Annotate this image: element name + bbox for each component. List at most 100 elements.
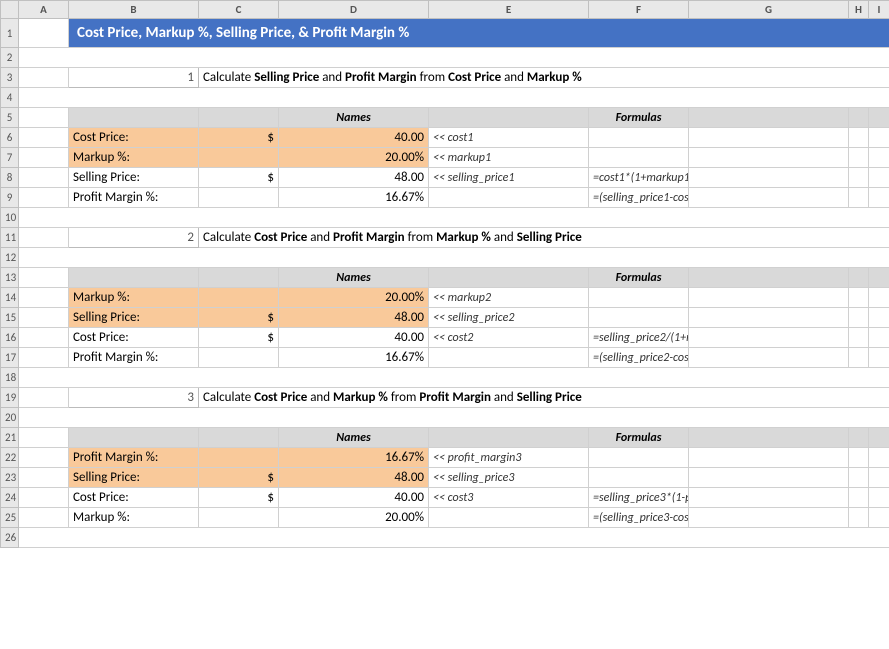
cell-row-10: [19, 208, 889, 228]
row-13: 13 Names Formulas: [1, 268, 889, 288]
t1-r3-formula: =cost1*(1+markup1): [589, 168, 689, 188]
t2-r3-i: [849, 328, 869, 348]
row-num-14: 14: [1, 288, 19, 308]
t3-r4-dollar: [199, 508, 279, 528]
col-g-header: G: [689, 1, 849, 19]
cell-a6: [19, 128, 69, 148]
row-12: 12: [1, 248, 889, 268]
t1-r3-dollar: $: [199, 168, 279, 188]
cell-a3: [19, 68, 69, 88]
cell-a16: [19, 328, 69, 348]
row-num-13: 13: [1, 268, 19, 288]
col-c-header: C: [199, 1, 279, 19]
row-2: 2: [1, 48, 889, 68]
row-15: 15 Selling Price: $ 48.00 << selling_pri…: [1, 308, 889, 328]
t3-r3-j: [869, 488, 889, 508]
cell-a19: [19, 388, 69, 408]
t1-r2-label: Markup %:: [69, 148, 199, 168]
row-9: 9 Profit Margin %: 16.67% =(selling_pric…: [1, 188, 889, 208]
t3-r2-h: [689, 468, 849, 488]
t1-r2-j: [869, 148, 889, 168]
cell-row-4: [19, 88, 889, 108]
row-num-7: 7: [1, 148, 19, 168]
row-num-5: 5: [1, 108, 19, 128]
t2-r1-dollar: [199, 288, 279, 308]
t2-r3-label: Cost Price:: [69, 328, 199, 348]
t2-r2-formula: [589, 308, 689, 328]
t2-r1-value: 20.00%: [279, 288, 429, 308]
row-22: 22 Profit Margin %: 16.67% << profit_mar…: [1, 448, 889, 468]
t1-r2-i: [849, 148, 869, 168]
cell-a11: [19, 228, 69, 248]
row-num-9: 9: [1, 188, 19, 208]
row-num-18: 18: [1, 368, 19, 388]
t3-r2-j: [869, 468, 889, 488]
cell-row-18: [19, 368, 889, 388]
t2-r4-j: [869, 348, 889, 368]
t2-header-i: [849, 268, 869, 288]
row-num-23: 23: [1, 468, 19, 488]
t1-r4-dollar: [199, 188, 279, 208]
col-i-header: I: [869, 1, 889, 19]
t2-header-f: [429, 268, 589, 288]
t1-r2-formula: [589, 148, 689, 168]
t1-header-e: Names: [279, 108, 429, 128]
t2-r3-value: 40.00: [279, 328, 429, 348]
section2-num: 2: [69, 228, 199, 248]
t3-header-d: [199, 428, 279, 448]
t1-header-j: [869, 108, 889, 128]
section3-heading: Calculate Cost Price and Markup % from P…: [199, 388, 889, 408]
row-num-16: 16: [1, 328, 19, 348]
t1-r4-i: [849, 188, 869, 208]
row-num-4: 4: [1, 88, 19, 108]
t1-header-i: [849, 108, 869, 128]
t2-r1-j: [869, 288, 889, 308]
t2-r1-h: [689, 288, 849, 308]
t3-r1-h: [689, 448, 849, 468]
row-14: 14 Markup %: 20.00% << markup2: [1, 288, 889, 308]
t3-r1-label: Profit Margin %:: [69, 448, 199, 468]
t3-r4-name: [429, 508, 589, 528]
row-25: 25 Markup %: 20.00% =(selling_price3-cos…: [1, 508, 889, 528]
t1-r3-label: Selling Price:: [69, 168, 199, 188]
row-num-11: 11: [1, 228, 19, 248]
t3-r3-i: [849, 488, 869, 508]
t2-r4-formula: =(selling_price2-cost2)/selling_price2: [589, 348, 689, 368]
row-1: 1 Cost Price, Markup %, Selling Price, &…: [1, 19, 889, 48]
t3-r2-dollar: $: [199, 468, 279, 488]
cell-a23: [19, 468, 69, 488]
t3-r3-formula: =selling_price3*(1-profit_margin3): [589, 488, 689, 508]
t3-r2-value: 48.00: [279, 468, 429, 488]
t2-r3-dollar: $: [199, 328, 279, 348]
col-e-header: E: [429, 1, 589, 19]
t3-r4-i: [849, 508, 869, 528]
t3-r1-dollar: [199, 448, 279, 468]
row-11: 11 2 Calculate Cost Price and Profit Mar…: [1, 228, 889, 248]
t2-r2-j: [869, 308, 889, 328]
col-f-header: F: [589, 1, 689, 19]
title-cell: Cost Price, Markup %, Selling Price, & P…: [69, 19, 889, 48]
row-3: 3 1 Calculate Selling Price and Profit M…: [1, 68, 889, 88]
t2-r3-j: [869, 328, 889, 348]
row-16: 16 Cost Price: $ 40.00 << cost2 =selling…: [1, 328, 889, 348]
t1-r3-i: [849, 168, 869, 188]
corner-header: [1, 1, 19, 19]
t1-header-f: [429, 108, 589, 128]
t1-r4-j: [869, 188, 889, 208]
t3-r2-formula: [589, 468, 689, 488]
t1-r3-j: [869, 168, 889, 188]
cell-a1: [19, 19, 69, 48]
row-18: 18: [1, 368, 889, 388]
t3-r4-label: Markup %:: [69, 508, 199, 528]
t3-r4-value: 20.00%: [279, 508, 429, 528]
col-a-header: A: [19, 1, 69, 19]
row-num-6: 6: [1, 128, 19, 148]
cell-a22: [19, 448, 69, 468]
t3-r4-h: [689, 508, 849, 528]
row-10: 10: [1, 208, 889, 228]
t2-r2-i: [849, 308, 869, 328]
t1-header-d: [199, 108, 279, 128]
row-num-3: 3: [1, 68, 19, 88]
t3-r3-dollar: $: [199, 488, 279, 508]
t1-r1-i: [849, 128, 869, 148]
